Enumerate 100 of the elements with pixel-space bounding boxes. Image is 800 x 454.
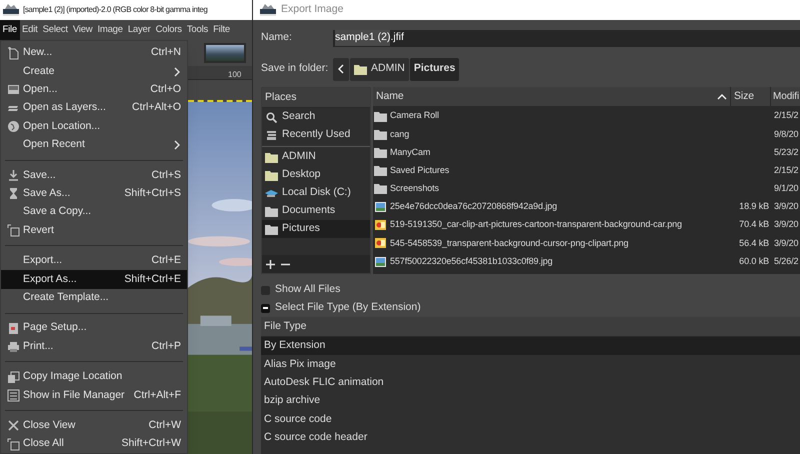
- name-label: Name:: [261, 30, 293, 46]
- file-manager-icon: [7, 388, 20, 402]
- file-type-item[interactable]: Alias Pix image: [261, 355, 800, 374]
- file-size: 56.4 kB: [739, 236, 769, 250]
- dialog-title: Export Image: [281, 2, 344, 18]
- checkbox[interactable]: [261, 286, 270, 294]
- file-type-item[interactable]: C source code: [261, 410, 800, 429]
- menu-item[interactable]: Page Setup...: [1, 319, 187, 338]
- place-item[interactable]: ADMIN: [262, 148, 370, 166]
- image-file-icon: [375, 202, 386, 212]
- file-row[interactable]: 519-5191350_car-clip-art-pictures-cartoon-transparent-background-car.png 70.4 kB 3/9/20: [373, 216, 800, 234]
- file-row[interactable]: 545-5458539_transparent-background-cursor-png-clipart.png 56.4 kB 3/9/20: [373, 234, 800, 252]
- menu-bar-item[interactable]: File: [0, 20, 20, 40]
- shortcut-label: Ctrl+Alt+O: [132, 100, 181, 116]
- column-header[interactable]: Name: [373, 87, 731, 106]
- sort-ascending-icon: [717, 94, 727, 100]
- file-name: ManyCam: [390, 146, 430, 159]
- menu-item[interactable]: Save As... Shift+Ctrl+S: [1, 184, 187, 204]
- selected-text: sample1 (2): [335, 30, 390, 46]
- menu-bar-item[interactable]: Tools: [184, 20, 211, 40]
- menu-item-label: Export As...: [23, 272, 78, 287]
- shortcut-label: Ctrl+S: [152, 168, 181, 183]
- chevron-left-icon: [338, 64, 344, 74]
- menu-item[interactable]: Close View Ctrl+W: [1, 416, 187, 436]
- open-document-icon: [7, 83, 20, 96]
- file-row[interactable]: cang 9/8/20: [373, 125, 800, 144]
- menu-bar-item[interactable]: Select: [40, 20, 70, 40]
- menu-item[interactable]: Close All Shift+Ctrl+W: [1, 435, 187, 454]
- file-date: 9/1/20: [774, 183, 798, 194]
- recent-documents-icon: [266, 130, 277, 140]
- file-row[interactable]: ManyCam 5/23/2: [373, 143, 800, 162]
- ruler-label: 100: [228, 71, 242, 79]
- menu-item-label: Create Template...: [23, 290, 110, 305]
- shortcut-label: Shift+Ctrl+W: [121, 436, 181, 452]
- menu-item[interactable]: Create: [1, 62, 187, 81]
- menu-item[interactable]: Open as Layers... Ctrl+Alt+O: [1, 99, 187, 118]
- place-item[interactable]: Search: [262, 108, 370, 126]
- menu-item[interactable]: Open... Ctrl+O: [1, 80, 187, 100]
- folder-icon: [265, 224, 278, 234]
- file-type-item[interactable]: C source code header: [261, 428, 800, 448]
- file-row[interactable]: Screenshots 9/1/20: [373, 180, 800, 198]
- menu-item[interactable]: Revert: [1, 222, 187, 240]
- place-label: Pictures: [282, 221, 320, 236]
- file-type-item[interactable]: bzip archive: [261, 392, 800, 411]
- menu-item-label: Open Location...: [23, 118, 102, 134]
- path-button[interactable]: Pictures: [410, 58, 460, 80]
- file-row[interactable]: Camera Roll 2/15/2: [373, 107, 800, 126]
- file-date: 3/9/20: [774, 238, 798, 248]
- menu-item[interactable]: Export As... Shift+Ctrl+E: [1, 270, 187, 289]
- field-text: .jfif: [390, 30, 404, 46]
- add-icon[interactable]: [266, 260, 275, 268]
- menu-bar-item[interactable]: Image: [94, 20, 126, 40]
- place-item[interactable]: Pictures: [262, 220, 370, 238]
- menu-item-label: Save a Copy...: [23, 204, 92, 220]
- folder-icon: [265, 152, 278, 162]
- menu-item[interactable]: Copy Image Location: [1, 368, 187, 386]
- menu-item[interactable]: New... Ctrl+N: [1, 44, 187, 62]
- file-row[interactable]: 25e4e76dcc0dea76c20720868f942a9d.jpg 18.9 kB 3/9/20: [373, 198, 800, 216]
- file-type-item[interactable]: AutoDesk FLIC animation: [261, 374, 800, 392]
- file-date: 2/15/2: [774, 164, 798, 175]
- file-row[interactable]: Saved Pictures 2/15/2: [373, 162, 800, 180]
- file-row[interactable]: 557f50022320e56cf45381b1033c0f89.jpg 60.0 kB 5/26/2: [373, 252, 800, 271]
- close-icon: [7, 419, 20, 432]
- menu-item[interactable]: Save... Ctrl+S: [1, 166, 187, 185]
- expander-icon[interactable]: [261, 304, 270, 312]
- path-button[interactable]: ADMIN: [350, 58, 409, 80]
- file-date: 2/15/2: [774, 110, 798, 120]
- place-item[interactable]: Documents: [262, 202, 370, 220]
- menu-item-label: Open...: [23, 82, 58, 98]
- menu-item[interactable]: Open Recent: [1, 136, 187, 154]
- menu-bar-item[interactable]: Edit: [20, 20, 40, 40]
- menu-item[interactable]: Print... Ctrl+P: [1, 337, 187, 356]
- image-file-icon: [375, 220, 386, 230]
- menu-item[interactable]: Create Template...: [1, 288, 187, 308]
- image-thumbnail[interactable]: [204, 43, 246, 63]
- place-item[interactable]: Desktop: [262, 166, 370, 184]
- column-header[interactable]: Size: [731, 87, 771, 106]
- menu-bar-item[interactable]: Layer: [125, 20, 154, 40]
- folder-icon: [374, 128, 387, 140]
- shortcut-label: Ctrl+N: [150, 45, 181, 60]
- file-type-item[interactable]: By Extension: [261, 337, 800, 356]
- app-icon: [259, 3, 277, 17]
- back-button[interactable]: [333, 58, 349, 80]
- menu-bar-item[interactable]: Colors: [153, 20, 184, 40]
- name-field[interactable]: sample1 (2).jfif: [333, 30, 800, 46]
- menu-item[interactable]: Export... Ctrl+E: [1, 252, 187, 270]
- menu-item-label: Open Recent: [23, 137, 86, 152]
- menu-item[interactable]: Save a Copy...: [1, 203, 187, 222]
- menu-item[interactable]: Show in File Manager Ctrl+Alt+F: [1, 386, 187, 405]
- place-label: ADMIN: [282, 149, 316, 164]
- image-file-icon: [375, 238, 386, 248]
- image-file-icon: [375, 256, 386, 267]
- folder-icon: [265, 206, 278, 216]
- place-item[interactable]: Recently Used: [262, 126, 370, 144]
- menu-item[interactable]: Open Location...: [1, 118, 187, 136]
- file-size: 18.9 kB: [739, 200, 769, 214]
- column-header[interactable]: Modifi: [771, 87, 800, 106]
- menu-bar-item[interactable]: View: [70, 20, 95, 40]
- menu-bar-item[interactable]: Filte: [210, 20, 233, 40]
- place-item[interactable]: Local Disk (C:): [262, 184, 370, 202]
